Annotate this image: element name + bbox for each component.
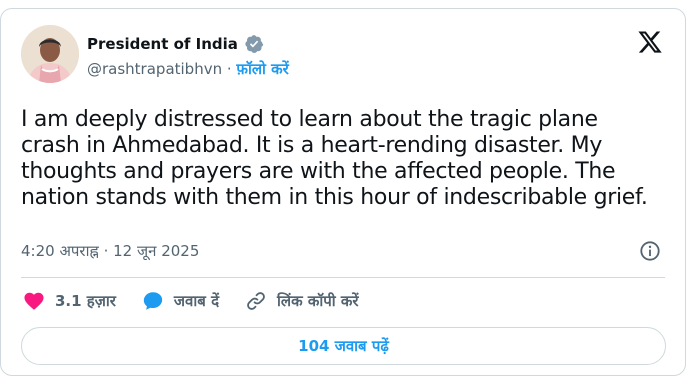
divider: [21, 277, 665, 278]
profile-photo: [21, 25, 79, 83]
verified-badge-icon: [245, 35, 264, 53]
handle-separator: ·: [222, 60, 237, 78]
link-icon: [247, 292, 265, 310]
read-replies-button[interactable]: 104 जवाब पढ़ें: [21, 327, 666, 365]
author-handle[interactable]: @rashtrapatibhvn: [87, 60, 222, 78]
read-replies-label: 104 जवाब पढ़ें: [298, 337, 389, 355]
heart-icon: [24, 292, 44, 310]
author-handle-row: @rashtrapatibhvn · फ़ॉलो करें: [87, 59, 289, 79]
like-button[interactable]: 3.1 हज़ार: [23, 290, 116, 312]
avatar[interactable]: [21, 25, 79, 83]
timestamp-separator: ·: [98, 242, 114, 260]
tweet-time: 4:20 अपराह्न: [21, 242, 99, 260]
tweet-timestamp[interactable]: 4:20 अपराह्न · 12 जून 2025: [21, 241, 199, 261]
author-name[interactable]: President of India: [87, 35, 238, 53]
copy-link-label: लिंक कॉपी करें: [277, 292, 359, 310]
follow-button[interactable]: फ़ॉलो करें: [236, 60, 288, 78]
reply-bubble-icon: [143, 292, 163, 310]
x-logo-icon[interactable]: [637, 29, 663, 55]
copy-link-button[interactable]: लिंक कॉपी करें: [245, 290, 359, 312]
info-icon[interactable]: [639, 240, 661, 262]
reply-label: जवाब दें: [173, 292, 220, 310]
tweet-card: President of India @rashtrapatibhvn · फ़…: [0, 8, 686, 376]
like-count: 3.1 हज़ार: [55, 292, 116, 310]
reply-button[interactable]: जवाब दें: [142, 290, 219, 312]
action-bar: 3.1 हज़ार जवाब दें लिंक कॉपी करें: [23, 290, 385, 312]
author-name-row: President of India: [87, 34, 264, 54]
tweet-date: 12 जून 2025: [113, 242, 200, 260]
tweet-text: I am deeply distressed to learn about th…: [21, 107, 648, 210]
